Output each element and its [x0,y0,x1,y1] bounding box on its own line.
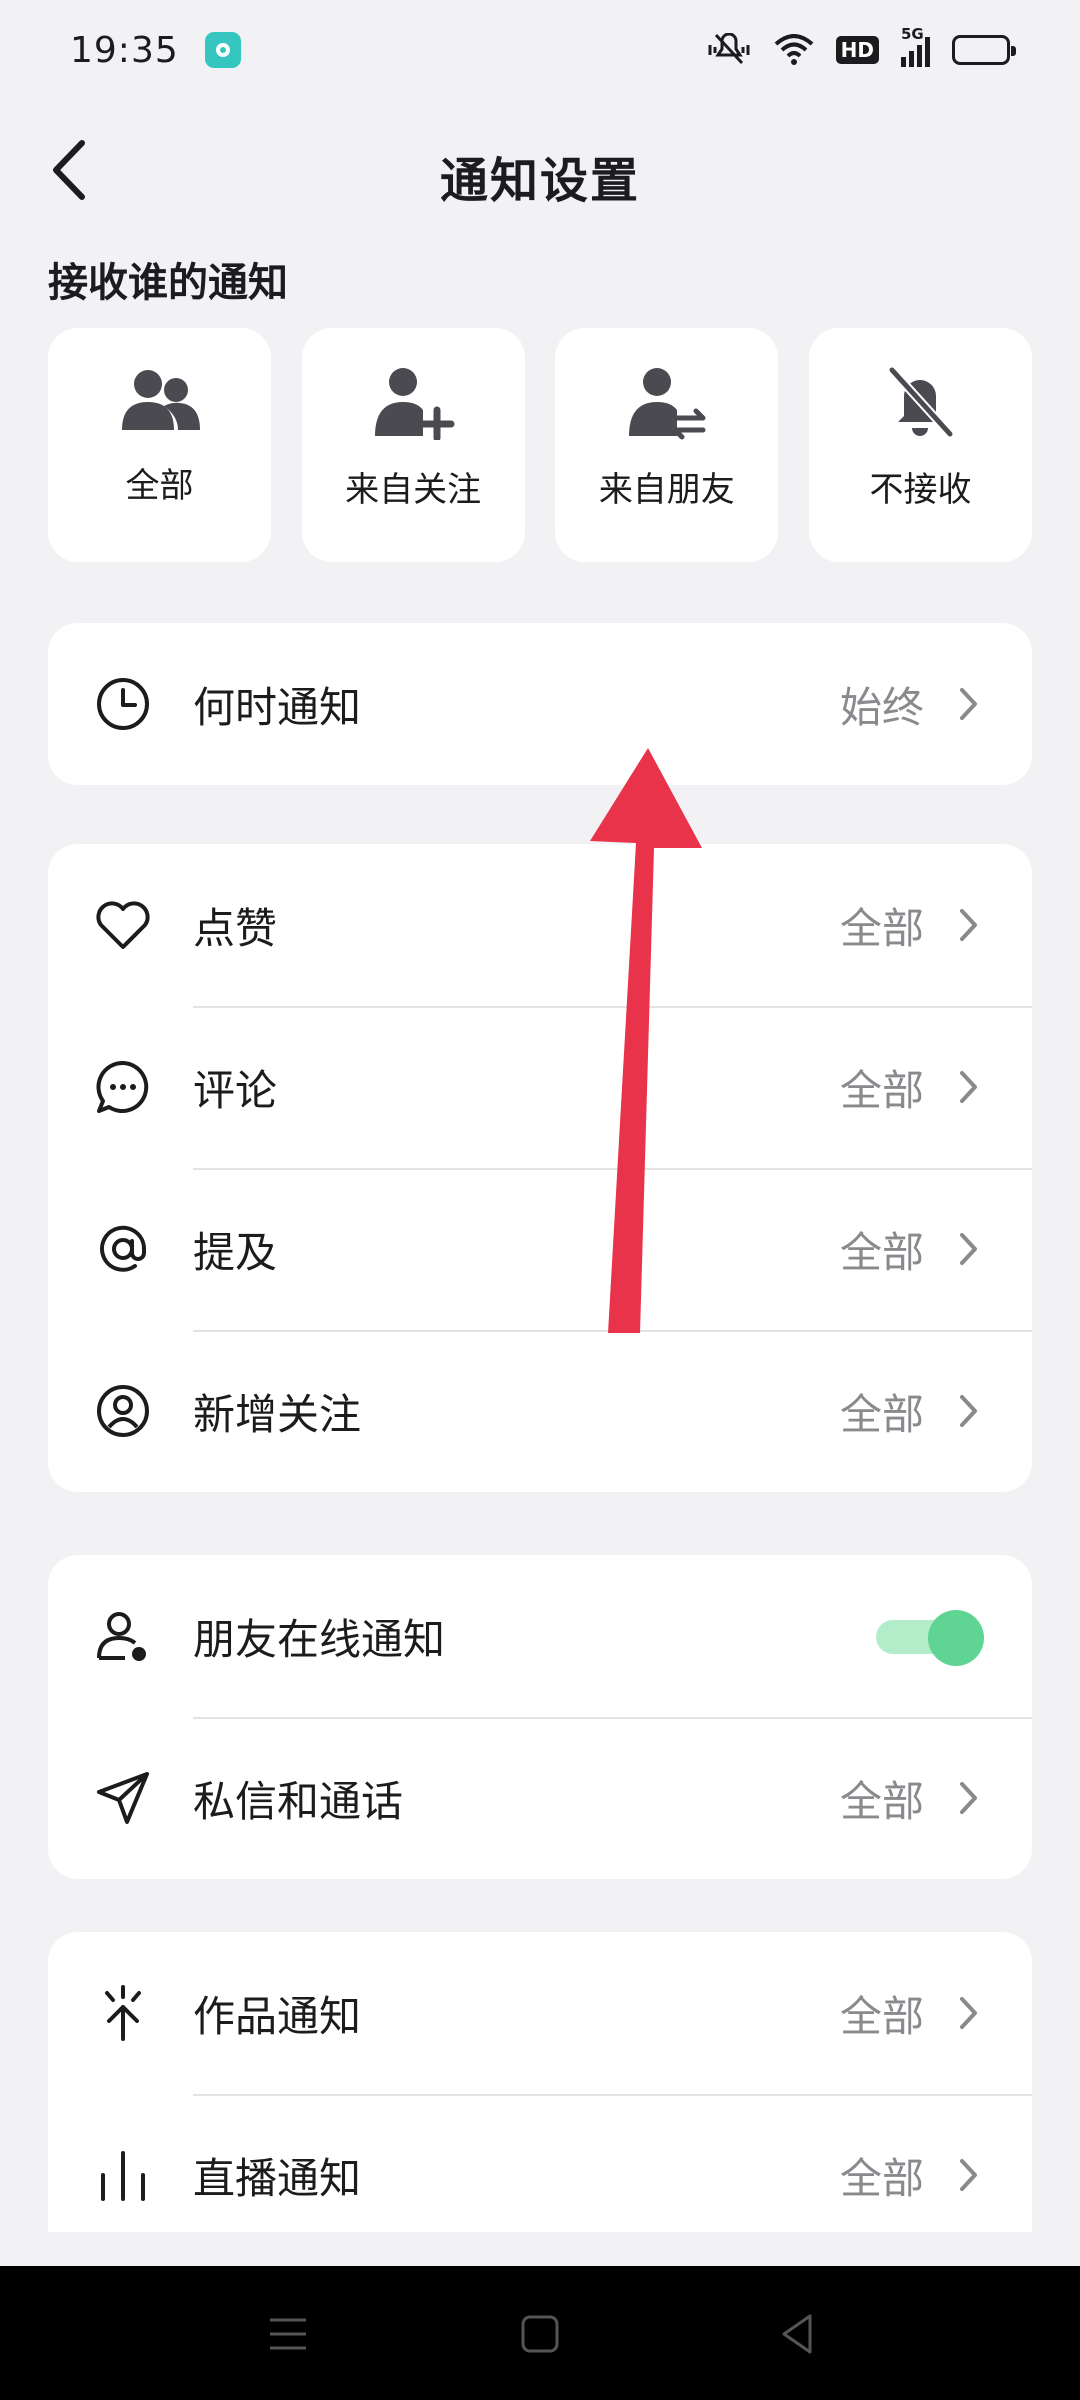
header: 通知设置 [0,115,1080,225]
navigation-bar [0,2266,1080,2400]
people-icon [121,370,200,430]
status-icons: HD 5G [706,25,1016,67]
person-add-icon [375,368,455,440]
chevron-right-icon [960,688,977,720]
chevron-right-icon [960,1782,977,1814]
row-value: 全部 [839,1065,924,1115]
person-swap-icon [628,368,706,440]
content-group: 作品通知 全部 直播通知 全部 [48,1932,1032,2232]
app-notification-icon [204,32,241,68]
row-label: 提及 [193,1227,278,1277]
chevron-right-icon [960,2159,977,2191]
menu-icon[interactable] [262,2308,314,2360]
hd-badge: HD [835,36,879,64]
row-live-notify[interactable]: 直播通知 全部 [48,2094,1032,2232]
row-when-notify[interactable]: 何时通知 始终 [48,623,1032,785]
receive-option-following[interactable]: 来自关注 [301,328,525,562]
back-icon[interactable] [772,2308,824,2360]
friends-group: 朋友在线通知 私信和通话 全部 [48,1555,1032,1879]
row-new-followers[interactable]: 新增关注 全部 [48,1330,1032,1492]
wifi-icon [774,34,813,65]
row-value: 全部 [839,1227,924,1277]
comment-icon [96,1060,149,1113]
user-circle-icon [97,1385,149,1437]
row-value: 全部 [839,1776,924,1826]
battery-icon [952,35,1016,65]
when-group: 何时通知 始终 [48,623,1032,785]
row-value: 始终 [839,682,924,732]
row-value: 全部 [839,2153,924,2203]
chevron-right-icon [960,1233,977,1265]
row-label: 新增关注 [193,1389,362,1439]
row-comments[interactable]: 评论 全部 [48,1006,1032,1168]
row-messages-calls[interactable]: 私信和通话 全部 [48,1717,1032,1879]
mute-vibrate-icon [708,33,750,65]
receive-option-none[interactable]: 不接收 [808,328,1032,562]
receive-option-friends[interactable]: 来自朋友 [555,328,779,562]
receive-options: 全部 来自关注 来自朋友 不接收 [48,328,1032,562]
receive-section-title: 接收谁的通知 [48,260,288,306]
row-label: 评论 [193,1065,278,1115]
row-label: 点赞 [193,903,278,953]
receive-option-label: 不接收 [869,470,972,510]
row-likes[interactable]: 点赞 全部 [48,844,1032,1006]
row-value: 全部 [839,903,924,953]
at-icon [100,1225,147,1272]
page-title: 通知设置 [439,153,640,209]
receive-option-label: 来自关注 [345,470,482,510]
row-value: 全部 [839,1389,924,1439]
row-value: 全部 [839,1991,924,2041]
signal-indicator: 5G [901,25,930,67]
receive-option-label: 来自朋友 [598,470,735,510]
row-label: 作品通知 [193,1991,362,2041]
home-icon[interactable] [514,2308,566,2360]
user-online-icon [97,1612,146,1661]
row-label: 直播通知 [193,2153,362,2203]
chevron-right-icon [960,1071,977,1103]
row-label: 私信和通话 [193,1776,404,1826]
chevron-right-icon [960,909,977,941]
bell-off-icon [889,366,954,438]
paper-plane-icon [97,1772,149,1824]
friends-online-toggle[interactable] [876,1610,984,1666]
chevron-right-icon [960,1395,977,1427]
row-mentions[interactable]: 提及 全部 [48,1168,1032,1330]
row-friends-online: 朋友在线通知 [48,1555,1032,1717]
chevron-right-icon [960,1997,977,2029]
row-label: 何时通知 [193,682,362,732]
interaction-group: 点赞 全部 评论 全部 提及 全部 新增关注 全部 [48,844,1032,1492]
clock-icon [97,678,149,730]
receive-option-all[interactable]: 全部 [48,328,271,562]
heart-icon [96,901,150,949]
network-type: 5G [901,25,924,43]
status-bar: 19:35 HD 5G [0,0,1080,100]
receive-option-label: 全部 [125,466,194,506]
sparkle-icon [105,1985,141,2041]
row-label: 朋友在线通知 [193,1614,446,1664]
row-works-notify[interactable]: 作品通知 全部 [48,1932,1032,2094]
bars-icon [101,2151,145,2201]
status-time: 19:35 [70,29,179,71]
